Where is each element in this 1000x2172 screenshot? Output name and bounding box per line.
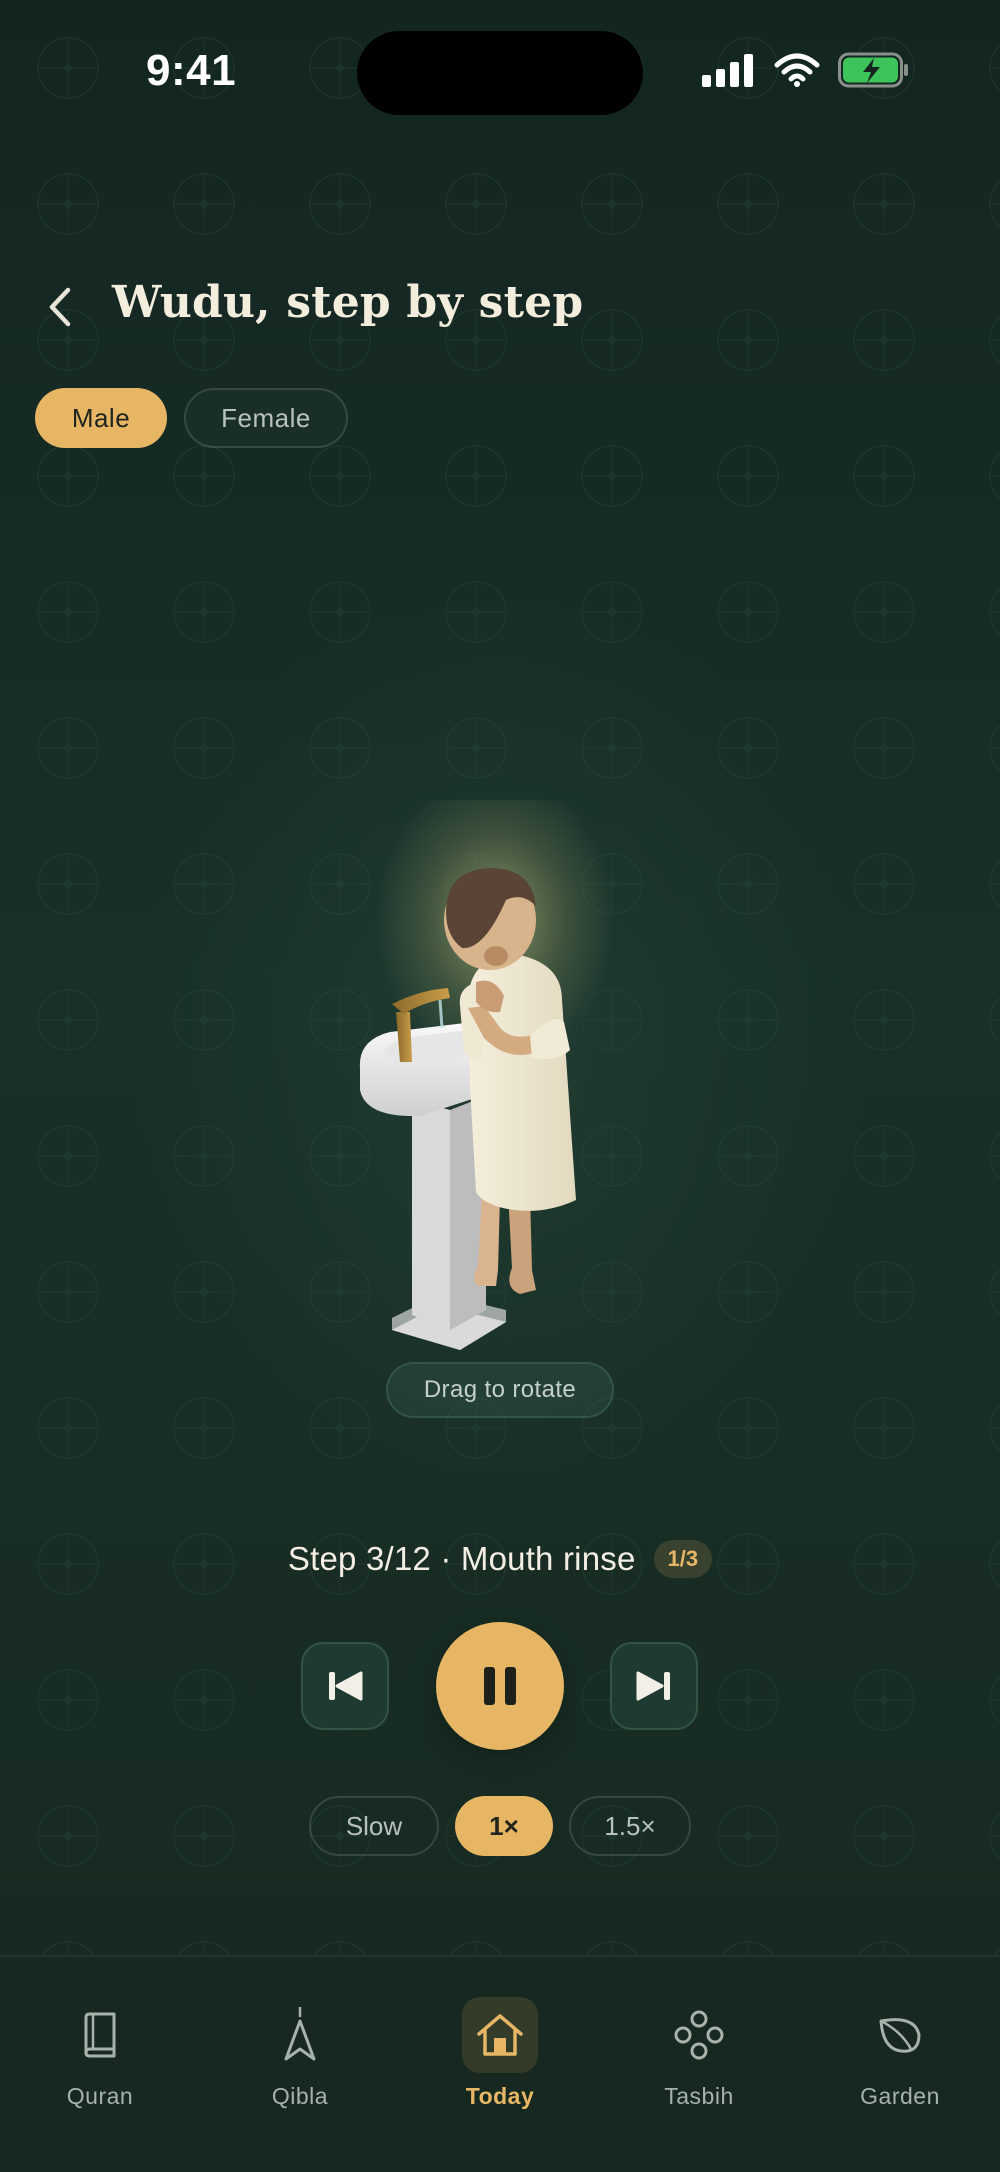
battery-icon (838, 52, 908, 88)
tab-garden[interactable]: Garden (820, 1997, 980, 2110)
leaf-icon (879, 2018, 921, 2053)
tab-bar: Quran Qibla Today Tasbih Garden (0, 1955, 1000, 2172)
wifi-icon (774, 53, 820, 87)
signal-icon (702, 54, 753, 87)
repeat-count-badge: 1/3 (653, 1540, 713, 1578)
tab-label: Quran (66, 2083, 134, 2109)
previous-step-button[interactable] (301, 1642, 389, 1730)
step-info: Step 3/12 · Mouth rinse 1/3 (0, 1540, 1000, 1578)
pause-button[interactable] (436, 1622, 564, 1750)
screen: 9:41 Wudu, step by step Male Female Drag… (0, 0, 1000, 2172)
playback-controls (0, 1622, 1000, 1750)
speed-option-1x[interactable]: 1× (455, 1796, 553, 1856)
tab-quran[interactable]: Quran (20, 1997, 180, 2110)
tab-label: Today (465, 2083, 535, 2109)
status-icons (702, 52, 910, 88)
next-step-button[interactable] (610, 1642, 698, 1730)
speed-option-slow[interactable]: Slow (309, 1796, 439, 1856)
speed-option-1-5x[interactable]: 1.5× (569, 1796, 691, 1856)
dynamic-island (357, 31, 643, 115)
beads-icon (674, 2010, 724, 2060)
tab-label: Tasbih (664, 2083, 734, 2109)
wudu-figure-scene[interactable] (300, 800, 700, 1360)
tab-today[interactable]: Today (420, 1997, 580, 2110)
pause-icon (484, 1667, 516, 1705)
book-icon (84, 2012, 116, 2058)
drag-to-rotate-hint: Drag to rotate (386, 1362, 614, 1418)
skip-previous-icon (329, 1671, 363, 1701)
gender-option-female[interactable]: Female (184, 388, 348, 448)
speed-selector: Slow 1× 1.5× (0, 1796, 1000, 1856)
chevron-left-icon (49, 287, 71, 327)
skip-next-icon (636, 1671, 670, 1701)
status-time: 9:41 (146, 46, 237, 95)
tab-qibla[interactable]: Qibla (220, 1997, 380, 2110)
gender-option-male[interactable]: Male (35, 388, 167, 448)
gender-selector: Male Female (35, 388, 348, 448)
tab-tasbih[interactable]: Tasbih (619, 1997, 779, 2110)
step-label: Step 3/12 · Mouth rinse (287, 1540, 636, 1577)
home-icon (477, 2014, 523, 2056)
tab-label: Qibla (271, 2083, 329, 2109)
tab-label: Garden (860, 2083, 940, 2109)
back-button[interactable] (36, 278, 84, 336)
compass-icon (284, 2007, 316, 2061)
page-title: Wudu, step by step (112, 277, 584, 328)
